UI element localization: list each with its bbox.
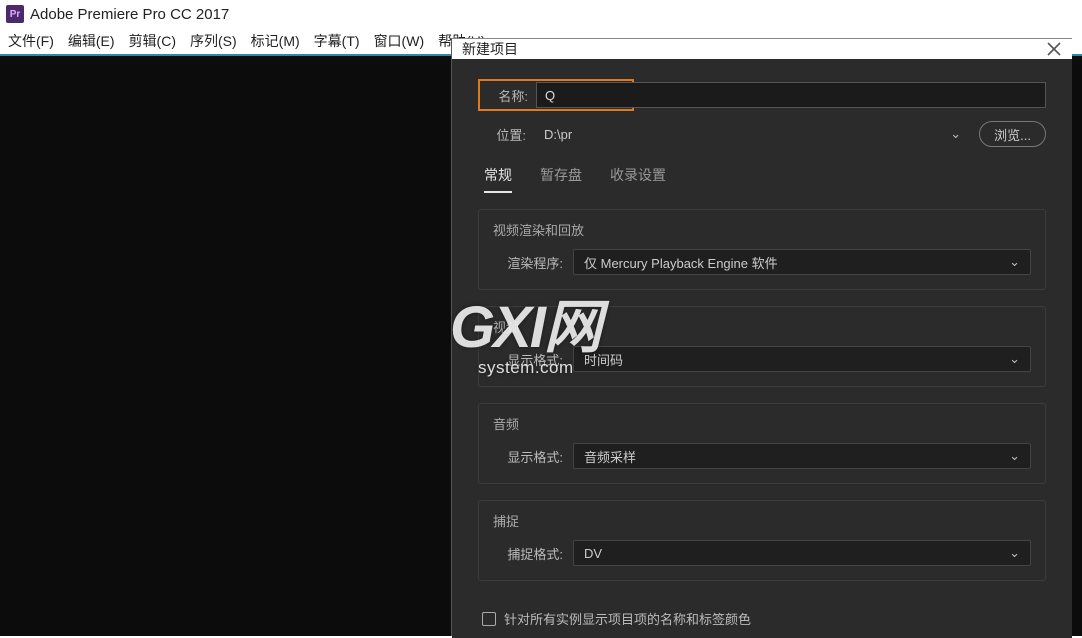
audio-display-dropdown[interactable]: 音频采样 ⌄: [573, 443, 1031, 469]
location-value: D:\pr: [544, 127, 572, 142]
new-project-dialog: 新建项目 名称: 位置: D:\pr ⌄ 浏览... 常规 暂存盘 收: [451, 38, 1072, 636]
location-label: 位置:: [478, 125, 526, 144]
chevron-down-icon: ⌄: [1009, 448, 1020, 464]
tab-scratch[interactable]: 暂存盘: [540, 165, 582, 193]
name-label: 名称:: [480, 86, 528, 105]
section-video-render: 视频渲染和回放 渲染程序: 仅 Mercury Playback Engine …: [478, 209, 1046, 290]
dialog-body: 名称: 位置: D:\pr ⌄ 浏览... 常规 暂存盘 收录设置 视频渲染和回…: [452, 59, 1072, 638]
video-display-label: 显示格式:: [493, 350, 563, 369]
renderer-label: 渲染程序:: [493, 253, 563, 272]
location-row: 位置: D:\pr ⌄ 浏览...: [478, 121, 1046, 147]
titlebar: Pr Adobe Premiere Pro CC 2017: [0, 0, 1082, 28]
menu-window[interactable]: 窗口(W): [374, 31, 425, 51]
menu-clip[interactable]: 剪辑(C): [129, 31, 176, 51]
section-audio: 音频 显示格式: 音频采样 ⌄: [478, 403, 1046, 484]
section-capture: 捕捉 捕捉格式: DV ⌄: [478, 500, 1046, 581]
chevron-down-icon: ⌄: [950, 126, 961, 142]
menu-title[interactable]: 字幕(T): [314, 31, 360, 51]
name-row: 名称:: [478, 79, 1046, 111]
menu-sequence[interactable]: 序列(S): [190, 31, 237, 51]
menu-file[interactable]: 文件(F): [8, 31, 54, 51]
tabs: 常规 暂存盘 收录设置: [478, 165, 1046, 193]
section-video: 视频 显示格式: 时间码 ⌄: [478, 306, 1046, 387]
show-names-checkbox[interactable]: [482, 612, 496, 626]
video-display-value: 时间码: [584, 350, 623, 369]
capture-format-value: DV: [584, 546, 602, 561]
capture-format-dropdown[interactable]: DV ⌄: [573, 540, 1031, 566]
browse-button[interactable]: 浏览...: [979, 121, 1046, 147]
chevron-down-icon: ⌄: [1009, 254, 1020, 270]
dialog-title: 新建项目: [462, 39, 518, 59]
close-icon[interactable]: [1046, 41, 1062, 57]
name-input[interactable]: [536, 82, 1046, 108]
dialog-header: 新建项目: [452, 39, 1072, 59]
chevron-down-icon: ⌄: [1009, 351, 1020, 367]
section-title-video: 视频: [493, 317, 1031, 336]
audio-display-value: 音频采样: [584, 447, 636, 466]
renderer-value: 仅 Mercury Playback Engine 软件: [584, 253, 778, 272]
capture-format-label: 捕捉格式:: [493, 544, 563, 563]
show-names-row[interactable]: 针对所有实例显示项目项的名称和标签颜色: [478, 609, 1046, 628]
show-names-label: 针对所有实例显示项目项的名称和标签颜色: [504, 609, 751, 628]
section-title-capture: 捕捉: [493, 511, 1031, 530]
chevron-down-icon: ⌄: [1009, 545, 1020, 561]
tab-ingest[interactable]: 收录设置: [610, 165, 666, 193]
app-title: Adobe Premiere Pro CC 2017: [30, 6, 229, 23]
tab-general[interactable]: 常规: [484, 165, 512, 193]
menu-edit[interactable]: 编辑(E): [68, 31, 115, 51]
app-icon: Pr: [6, 5, 24, 23]
video-display-dropdown[interactable]: 时间码 ⌄: [573, 346, 1031, 372]
audio-display-label: 显示格式:: [493, 447, 563, 466]
location-select[interactable]: D:\pr ⌄: [536, 121, 969, 147]
section-title-audio: 音频: [493, 414, 1031, 433]
section-title-video-render: 视频渲染和回放: [493, 220, 1031, 239]
renderer-dropdown[interactable]: 仅 Mercury Playback Engine 软件 ⌄: [573, 249, 1031, 275]
menu-marker[interactable]: 标记(M): [251, 31, 300, 51]
